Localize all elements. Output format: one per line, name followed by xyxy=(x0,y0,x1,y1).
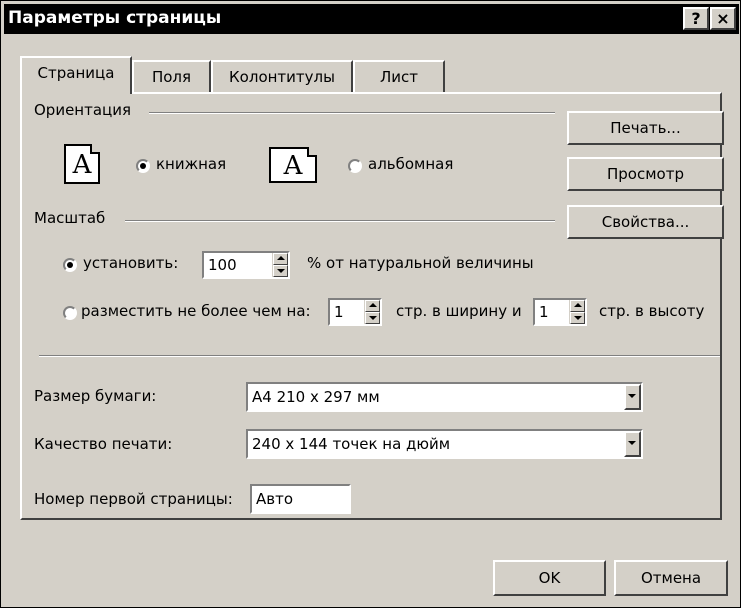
pages-tall-stepper[interactable]: 1 xyxy=(533,298,587,326)
orientation-group-label: Ориентация xyxy=(34,101,132,119)
print-button[interactable]: Печать... xyxy=(567,111,724,145)
adjust-to-label[interactable]: установить: xyxy=(83,254,178,272)
cancel-button[interactable]: Отмена xyxy=(614,560,728,596)
help-icon: ? xyxy=(691,9,701,28)
orientation-separator xyxy=(149,112,555,114)
cancel-button-label: Отмена xyxy=(640,569,702,587)
spin-down-icon[interactable] xyxy=(273,265,288,277)
close-icon: × xyxy=(716,9,730,28)
chevron-down-icon[interactable] xyxy=(624,431,641,457)
spin-up-icon[interactable] xyxy=(570,300,585,312)
print-quality-value: 240 x 144 точек на дюйм xyxy=(252,435,451,453)
fit-to-radio[interactable] xyxy=(63,306,77,320)
ok-button[interactable]: OK xyxy=(493,560,606,596)
spin-up-icon[interactable] xyxy=(365,300,380,312)
adjust-to-suffix: % от натуральной величины xyxy=(307,254,534,272)
scale-separator xyxy=(125,220,555,222)
close-button[interactable]: × xyxy=(710,7,736,30)
print-quality-select[interactable]: 240 x 144 точек на дюйм xyxy=(246,429,643,459)
print-button-label: Печать... xyxy=(610,119,681,137)
preview-button-label: Просмотр xyxy=(607,165,684,183)
spin-down-icon[interactable] xyxy=(365,312,380,324)
first-page-number-field[interactable]: Авто xyxy=(250,484,351,514)
tab-sheet[interactable]: Лист xyxy=(353,60,445,94)
portrait-page-icon: A xyxy=(64,144,100,184)
portrait-radio[interactable] xyxy=(136,159,150,173)
landscape-label[interactable]: альбомная xyxy=(368,155,453,173)
properties-button-label: Свойства... xyxy=(601,213,690,231)
tab-sheet-label: Лист xyxy=(379,68,418,86)
pages-tall-value: 1 xyxy=(539,303,549,321)
preview-button[interactable]: Просмотр xyxy=(567,157,724,191)
scale-percent-value: 100 xyxy=(208,256,237,274)
pages-tall-spin[interactable] xyxy=(569,300,585,324)
scale-percent-stepper[interactable]: 100 xyxy=(202,251,290,279)
pages-wide-value: 1 xyxy=(334,303,344,321)
tab-page-label: Страница xyxy=(37,64,115,82)
pages-wide-stepper[interactable]: 1 xyxy=(328,298,382,326)
landscape-radio[interactable] xyxy=(348,159,362,173)
ok-button-label: OK xyxy=(538,569,561,587)
pages-wide-spin[interactable] xyxy=(364,300,380,324)
page-setup-dialog: Параметры страницы ? × Страница Поля Кол… xyxy=(0,0,741,608)
chevron-down-icon[interactable] xyxy=(624,384,641,410)
tab-header-footer[interactable]: Колонтитулы xyxy=(211,60,353,94)
paper-size-select[interactable]: A4 210 x 297 мм xyxy=(246,382,643,412)
first-page-number-label: Номер первой страницы: xyxy=(34,490,233,508)
paper-size-value: A4 210 x 297 мм xyxy=(252,388,380,406)
pages-tall-label: стр. в высоту xyxy=(599,302,705,320)
panel-separator xyxy=(39,355,720,357)
scale-group-label: Масштаб xyxy=(34,209,106,227)
landscape-page-icon: A xyxy=(269,147,317,183)
spin-down-icon[interactable] xyxy=(570,312,585,324)
scale-percent-spin[interactable] xyxy=(272,253,288,277)
tab-margins-label: Поля xyxy=(151,68,192,86)
tab-margins[interactable]: Поля xyxy=(132,60,211,94)
dialog-title: Параметры страницы xyxy=(8,8,222,28)
portrait-label[interactable]: книжная xyxy=(156,155,226,173)
pages-wide-label: стр. в ширину и xyxy=(396,302,522,320)
tab-page[interactable]: Страница xyxy=(20,56,132,94)
fit-to-label[interactable]: разместить не более чем на: xyxy=(81,302,311,320)
paper-size-label: Размер бумаги: xyxy=(34,387,157,405)
title-bar: Параметры страницы ? × xyxy=(4,4,739,34)
help-button[interactable]: ? xyxy=(683,7,709,30)
first-page-number-value: Авто xyxy=(256,490,294,508)
adjust-to-radio[interactable] xyxy=(63,258,77,272)
properties-button[interactable]: Свойства... xyxy=(567,205,724,239)
print-quality-label: Качество печати: xyxy=(34,435,173,453)
spin-up-icon[interactable] xyxy=(273,253,288,265)
tab-header-footer-label: Колонтитулы xyxy=(229,68,335,86)
